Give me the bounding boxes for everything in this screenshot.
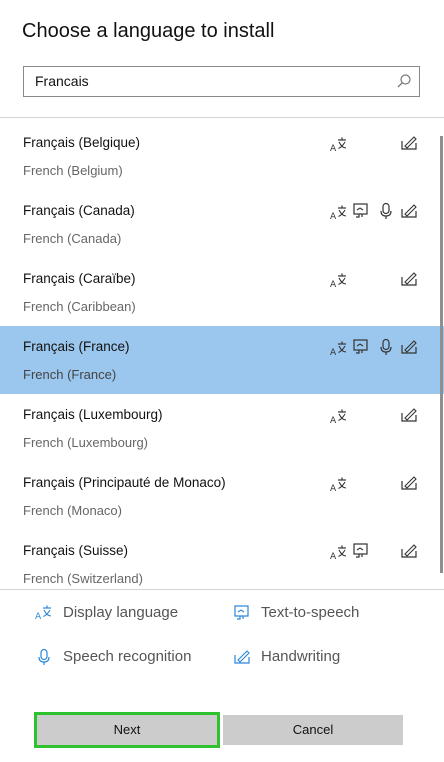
page-title: Choose a language to install xyxy=(22,20,275,42)
language-name: Français (Caraïbe) xyxy=(23,271,136,286)
display-language-icon: A xyxy=(330,272,348,290)
svg-text:A: A xyxy=(330,552,337,562)
language-english-name: French (Luxembourg) xyxy=(23,435,148,450)
language-name: Français (Belgique) xyxy=(23,135,141,150)
language-english-name: French (Switzerland) xyxy=(23,571,143,586)
text-to-speech-icon xyxy=(352,338,370,356)
language-english-name: French (Canada) xyxy=(23,231,122,246)
svg-text:A: A xyxy=(330,280,337,290)
language-english-name: French (Caribbean) xyxy=(23,299,136,314)
handwriting-icon xyxy=(400,338,418,356)
language-list: Français (Belgique) French (Belgium) A Fran… xyxy=(0,118,444,587)
handwriting-icon xyxy=(400,474,418,492)
legend-speech-recognition-label: Speech recognition xyxy=(63,648,192,665)
legend-speech-recognition: Speech recognition xyxy=(35,646,215,668)
display-language-icon: A xyxy=(330,204,348,222)
language-list-item[interactable]: Français (France) French (France) A xyxy=(0,326,444,394)
language-list-item[interactable]: Français (Caraïbe) French (Caribbean) A xyxy=(0,258,444,326)
svg-text:A: A xyxy=(330,484,337,494)
language-list-item[interactable]: Français (Suisse) French (Switzerland) A xyxy=(0,530,444,587)
legend-text-to-speech-label: Text-to-speech xyxy=(261,604,360,621)
legend-handwriting: Handwriting xyxy=(233,646,373,668)
next-button[interactable]: Next xyxy=(34,712,220,748)
svg-text:A: A xyxy=(330,144,337,154)
legend-display-language: A Display language xyxy=(35,602,205,624)
handwriting-icon xyxy=(400,406,418,424)
language-name: Français (Suisse) xyxy=(23,543,129,558)
language-name: Français (France) xyxy=(23,339,130,354)
svg-text:A: A xyxy=(330,212,337,222)
language-list-item[interactable]: Français (Canada) French (Canada) A xyxy=(0,190,444,258)
language-name: Français (Canada) xyxy=(23,203,135,218)
cancel-button[interactable]: Cancel xyxy=(223,715,403,745)
language-english-name: French (Belgium) xyxy=(23,163,123,178)
svg-text:A: A xyxy=(330,348,337,358)
language-name: Français (Principauté de Monaco) xyxy=(23,475,226,490)
svg-text:A: A xyxy=(35,612,42,622)
microphone-icon xyxy=(377,338,395,356)
text-to-speech-icon xyxy=(234,605,249,620)
display-language-icon: A xyxy=(330,408,348,426)
search-input[interactable]: Francais xyxy=(35,73,89,89)
handwriting-icon xyxy=(234,650,250,664)
legend-handwriting-label: Handwriting xyxy=(261,648,341,665)
language-name: Français (Luxembourg) xyxy=(23,407,163,422)
text-to-speech-icon xyxy=(352,542,370,560)
language-list-item[interactable]: Français (Principauté de Monaco) French (… xyxy=(0,462,444,530)
svg-text:A: A xyxy=(330,416,337,426)
microphone-icon xyxy=(38,648,50,665)
display-language-icon: A xyxy=(330,544,348,562)
language-list-item[interactable]: Français (Belgique) French (Belgium) A xyxy=(0,122,444,190)
handwriting-icon xyxy=(400,270,418,288)
language-english-name: French (France) xyxy=(23,367,117,382)
search-icon[interactable] xyxy=(396,73,412,89)
handwriting-icon xyxy=(400,542,418,560)
list-scrollbar[interactable] xyxy=(440,136,443,573)
text-to-speech-icon xyxy=(352,202,370,220)
legend-text-to-speech: Text-to-speech xyxy=(233,602,393,624)
list-bottom-divider xyxy=(0,589,444,590)
legend-display-language-label: Display language xyxy=(63,604,179,621)
handwriting-icon xyxy=(400,134,418,152)
display-language-icon: A xyxy=(330,476,348,494)
display-language-icon: A xyxy=(330,136,348,154)
display-language-icon: A xyxy=(330,340,348,358)
display-language-icon: A xyxy=(35,605,52,622)
language-english-name: French (Monaco) xyxy=(23,503,122,518)
microphone-icon xyxy=(377,202,395,220)
handwriting-icon xyxy=(400,202,418,220)
search-box[interactable]: Francais xyxy=(23,66,420,97)
language-list-item[interactable]: Français (Luxembourg) French (Luxembourg)… xyxy=(0,394,444,462)
